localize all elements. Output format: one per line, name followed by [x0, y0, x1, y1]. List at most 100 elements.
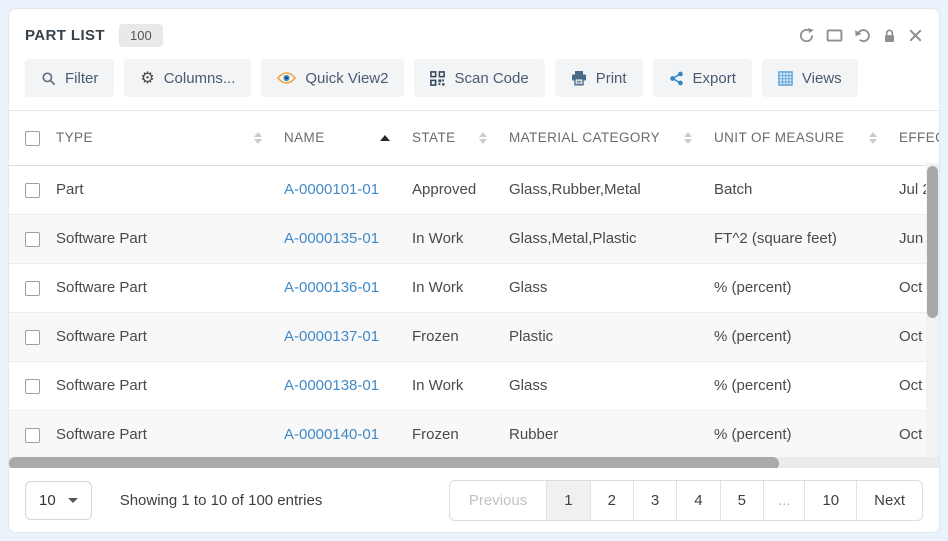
filter-button[interactable]: Filter: [25, 59, 114, 97]
column-label-type: TYPE: [56, 130, 93, 145]
title-wrap: PART LIST 100: [25, 24, 163, 47]
page-button-3[interactable]: 3: [633, 481, 676, 520]
sort-asc-icon-name: [380, 135, 390, 141]
close-icon[interactable]: [908, 28, 923, 43]
cell-material: Glass,Rubber,Metal: [509, 165, 714, 214]
window-controls: [798, 27, 923, 44]
filter-label: Filter: [65, 70, 98, 87]
print-label: Print: [596, 70, 627, 87]
print-button[interactable]: Print: [555, 59, 643, 97]
eye-icon: [277, 71, 296, 85]
page-button-2[interactable]: 2: [590, 481, 633, 520]
table-row: Software Part A-0000136-01 In Work Glass…: [9, 263, 939, 312]
cell-uom: Batch: [714, 165, 899, 214]
column-header-material[interactable]: MATERIAL CATEGORY: [509, 111, 714, 165]
sort-icon-state: [479, 132, 487, 144]
cell-uom: % (percent): [714, 312, 899, 361]
quick-view-button[interactable]: Quick View2: [261, 59, 404, 97]
views-button[interactable]: Views: [762, 59, 858, 97]
cell-material: Glass: [509, 263, 714, 312]
page-background: PART LIST 100: [0, 0, 948, 541]
export-button[interactable]: Export: [653, 59, 752, 97]
cell-material: Glass,Metal,Plastic: [509, 214, 714, 263]
scan-code-label: Scan Code: [454, 70, 528, 87]
scan-code-button[interactable]: Scan Code: [414, 59, 544, 97]
table-footer: 10 Showing 1 to 10 of 100 entries Previo…: [9, 468, 939, 532]
table-row: Software Part A-0000135-01 In Work Glass…: [9, 214, 939, 263]
page-button-1[interactable]: 1: [546, 481, 589, 520]
cell-type: Software Part: [56, 361, 284, 410]
part-name-link[interactable]: A-0000138-01: [284, 377, 379, 394]
row-checkbox[interactable]: [25, 183, 40, 198]
views-label: Views: [802, 70, 842, 87]
column-label-uom: UNIT OF MEASURE: [714, 130, 844, 145]
cell-state: In Work: [412, 263, 509, 312]
column-header-name[interactable]: NAME: [284, 111, 412, 165]
cell-type: Software Part: [56, 410, 284, 459]
cell-material: Rubber: [509, 410, 714, 459]
page-button-10[interactable]: 10: [804, 481, 856, 520]
part-name-link[interactable]: A-0000137-01: [284, 328, 379, 345]
column-header-effective[interactable]: EFFEC: [899, 111, 939, 165]
cell-type: Software Part: [56, 214, 284, 263]
column-label-effective: EFFEC: [899, 130, 940, 145]
row-checkbox[interactable]: [25, 232, 40, 247]
row-checkbox[interactable]: [25, 428, 40, 443]
table-row: Part A-0000101-01 Approved Glass,Rubber,…: [9, 165, 939, 214]
export-label: Export: [693, 70, 736, 87]
column-header-state[interactable]: STATE: [412, 111, 509, 165]
part-name-link[interactable]: A-0000101-01: [284, 181, 379, 198]
column-label-material: MATERIAL CATEGORY: [509, 130, 660, 145]
row-checkbox[interactable]: [25, 281, 40, 296]
cell-state: Frozen: [412, 312, 509, 361]
cell-state: Frozen: [412, 410, 509, 459]
table-grid-icon: [778, 71, 793, 86]
pagination-ellipsis: ...: [763, 481, 805, 520]
row-checkbox[interactable]: [25, 330, 40, 345]
column-header-uom[interactable]: UNIT OF MEASURE: [714, 111, 899, 165]
refresh-icon[interactable]: [798, 27, 815, 44]
cell-type: Part: [56, 165, 284, 214]
column-header-type[interactable]: TYPE: [56, 111, 284, 165]
page-button-4[interactable]: 4: [676, 481, 719, 520]
page-size-value: 10: [39, 492, 56, 509]
window-icon[interactable]: [826, 27, 843, 44]
part-name-link[interactable]: A-0000135-01: [284, 230, 379, 247]
cell-material: Glass: [509, 361, 714, 410]
lock-icon[interactable]: [882, 28, 897, 44]
showing-entries-text: Showing 1 to 10 of 100 entries: [120, 492, 323, 509]
pagination: Previous 1 2 3 4 5 ... 10 Next: [449, 480, 923, 521]
table-row: Software Part A-0000140-01 Frozen Rubber…: [9, 410, 939, 459]
page-title: PART LIST: [25, 27, 105, 44]
qr-code-icon: [430, 71, 445, 86]
cell-uom: % (percent): [714, 263, 899, 312]
part-name-link[interactable]: A-0000136-01: [284, 279, 379, 296]
part-name-link[interactable]: A-0000140-01: [284, 426, 379, 443]
sort-icon-uom: [869, 132, 877, 144]
columns-label: Columns...: [164, 70, 236, 87]
column-label-state: STATE: [412, 130, 456, 145]
vertical-scrollbar-thumb[interactable]: [927, 166, 938, 318]
quick-view-label: Quick View2: [305, 70, 388, 87]
cell-state: In Work: [412, 214, 509, 263]
table-row: Software Part A-0000137-01 Frozen Plasti…: [9, 312, 939, 361]
cell-uom: FT^2 (square feet): [714, 214, 899, 263]
row-checkbox[interactable]: [25, 379, 40, 394]
page-button-5[interactable]: 5: [720, 481, 763, 520]
undo-icon[interactable]: [854, 27, 871, 44]
cell-uom: % (percent): [714, 361, 899, 410]
page-size-select[interactable]: 10: [25, 481, 92, 520]
toolbar: Filter ⚙ Columns... Quick View2 Scan Cod…: [9, 56, 939, 111]
columns-button[interactable]: ⚙ Columns...: [124, 59, 251, 97]
sort-icon-material: [684, 132, 692, 144]
next-page-button[interactable]: Next: [856, 481, 922, 520]
previous-page-button[interactable]: Previous: [450, 481, 546, 520]
table-row: Software Part A-0000138-01 In Work Glass…: [9, 361, 939, 410]
select-all-checkbox[interactable]: [25, 131, 40, 146]
panel-header: PART LIST 100: [9, 9, 939, 56]
cell-state: Approved: [412, 165, 509, 214]
cell-material: Plastic: [509, 312, 714, 361]
vertical-scrollbar[interactable]: [926, 163, 939, 470]
part-list-table: TYPE NAME STATE MATERIAL CATEGORY: [9, 111, 939, 459]
column-label-name: NAME: [284, 130, 325, 145]
